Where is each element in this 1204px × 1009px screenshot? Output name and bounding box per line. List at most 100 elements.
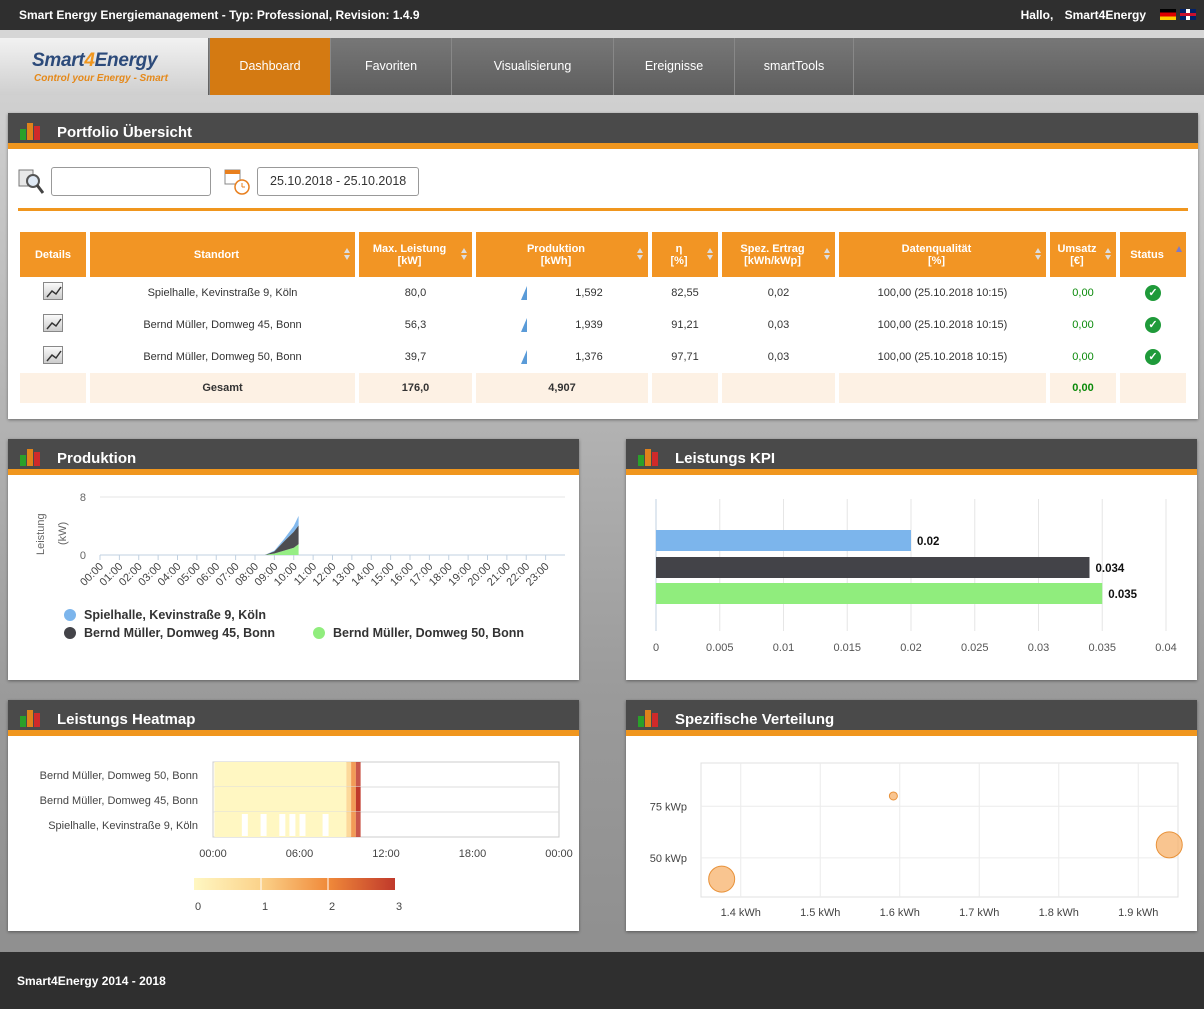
status-ok-icon: ✓ — [1145, 349, 1161, 365]
bubble-point — [888, 791, 898, 801]
sort-icon — [1105, 248, 1112, 261]
uk-flag-icon[interactable] — [1180, 9, 1196, 20]
col-umsatz[interactable]: Umsatz [€] — [1050, 232, 1116, 277]
cell-produktion: 1,376 — [476, 341, 648, 373]
footer: Smart4Energy 2014 - 2018 — [0, 952, 1204, 1009]
logo[interactable]: Smart4Energy Control your Energy - Smart — [0, 38, 208, 95]
nav-favoriten[interactable]: Favoriten — [330, 38, 451, 95]
calendar-clock-icon[interactable] — [224, 168, 250, 196]
row-label: Bernd Müller, Domweg 45, Bonn — [40, 795, 198, 807]
cell-eta: 82,55 — [671, 287, 699, 299]
x-tick-label: 18:00 — [459, 848, 487, 860]
produktion-panel: Produktion 8 0 Leistung (kW) 00:00 01:00 02:00… — [8, 439, 579, 680]
logo-brand: Smart4Energy — [32, 50, 158, 71]
col-standort[interactable]: Standort — [90, 232, 355, 277]
col-produktion[interactable]: Produktion [kWh] — [476, 232, 648, 277]
x-tick-label: 12:00 — [372, 848, 400, 860]
col-max-leistung[interactable]: Max. Leistung [kW] — [359, 232, 472, 277]
main-nav: Smart4Energy Control your Energy - Smart… — [0, 38, 1204, 95]
total-label: Gesamt — [90, 373, 355, 403]
row-label: Bernd Müller, Domweg 50, Bonn — [40, 770, 198, 782]
x-tick-label: 0.035 — [1088, 642, 1116, 654]
bar-value-label: 0.034 — [1096, 563, 1125, 575]
scale-tick-label: 0 — [195, 901, 201, 913]
table-row: Bernd Müller, Domweg 50, Bonn 39,7 1,376… — [20, 341, 1186, 373]
kpi-chart[interactable]: 0 0.005 0.01 0.015 0.02 0.025 0.03 0.035 0.04 0.0… — [626, 481, 1197, 680]
bubble-point — [1155, 831, 1183, 859]
y-tick-label: 0 — [80, 550, 86, 562]
table-row: Spielhalle, Kevinstraße 9, Köln 80,0 1,5… — [20, 277, 1186, 309]
cell-umsatz: 0,00 — [1072, 287, 1094, 299]
legend-marker — [64, 627, 76, 639]
col-spez-ertrag[interactable]: Spez. Ertrag [kWh/kWp] — [722, 232, 835, 277]
x-tick-label: 0.02 — [900, 642, 921, 654]
heat-cell — [214, 762, 347, 787]
nav-visualisierung[interactable]: Visualisierung — [451, 38, 613, 95]
user-name[interactable]: Smart4Energy — [1065, 8, 1146, 22]
col-status[interactable]: Status — [1120, 232, 1186, 277]
portfolio-title: Portfolio Übersicht — [57, 124, 193, 141]
date-range-field[interactable]: 25.10.2018 - 25.10.2018 — [257, 167, 420, 196]
x-tick-label: 1.8 kWh — [1039, 907, 1079, 919]
chart-bars-icon — [20, 710, 40, 727]
divider — [18, 208, 1188, 211]
heat-gap — [299, 814, 306, 836]
bar-value-label: 0.02 — [917, 536, 939, 548]
filter-input[interactable] — [51, 167, 211, 196]
heatmap-chart[interactable]: Bernd Müller, Domweg 50, Bonn Bernd Mülle… — [8, 742, 579, 931]
x-tick-label: 1.9 kWh — [1118, 907, 1158, 919]
details-chart-icon[interactable] — [43, 282, 63, 300]
heat-gap — [289, 814, 296, 836]
col-details[interactable]: Details — [20, 232, 86, 277]
y-tick-label: 50 kWp — [650, 853, 687, 865]
table-header-row: Details Standort Max. Leistung [kW] Produ… — [20, 232, 1186, 277]
greeting-text: Hallo, — [1020, 8, 1054, 22]
legend-marker — [313, 627, 325, 639]
user-greeting: Hallo, Smart4Energy — [1013, 8, 1146, 22]
details-chart-icon[interactable] — [43, 346, 63, 364]
produktion-chart[interactable]: 80Leistung (kW)00:0001:0002:0003:0004:000… — [8, 481, 579, 680]
heatmap-header: Leistungs Heatmap — [8, 700, 579, 736]
cell-spez-ertrag: 0,02 — [767, 287, 790, 299]
col-datenqualitaet[interactable]: Datenqualität [%] — [839, 232, 1046, 277]
heat-cell — [346, 787, 352, 812]
sparkline — [521, 318, 528, 332]
heat-cell — [351, 762, 356, 787]
heat-gap — [322, 814, 329, 836]
x-tick-label: 0.01 — [773, 642, 794, 654]
top-bar: Smart Energy Energiemanagement - Typ: Pr… — [0, 0, 1204, 30]
heat-cell — [346, 812, 352, 837]
heat-cell — [355, 812, 361, 837]
verteilung-header: Spezifische Verteilung — [626, 700, 1197, 736]
heatmap-panel: Leistungs Heatmap Bernd Müller, Domweg 5… — [8, 700, 579, 931]
details-chart-icon[interactable] — [43, 314, 63, 332]
sort-asc-icon — [1176, 246, 1182, 252]
verteilung-panel: Spezifische Verteilung 1.4 kWh 1.5 kWh 1.6… — [626, 700, 1197, 931]
bubble-point — [708, 865, 736, 893]
total-produktion: 4,907 — [476, 373, 648, 403]
nav-dashboard[interactable]: Dashboard — [209, 38, 330, 95]
status-ok-icon: ✓ — [1145, 317, 1161, 333]
verteilung-chart[interactable]: 1.4 kWh 1.5 kWh 1.6 kWh 1.7 kWh 1.8 kWh 1.9 k… — [626, 742, 1197, 931]
x-tick-label: 0.025 — [961, 642, 989, 654]
x-tick-label: 0 — [653, 642, 659, 654]
col-eta[interactable]: η [%] — [652, 232, 718, 277]
x-tick-label: 0.005 — [706, 642, 734, 654]
heat-cell — [214, 787, 347, 812]
kpi-bar — [656, 557, 1090, 578]
kpi-header: Leistungs KPI — [626, 439, 1197, 475]
search-icon[interactable] — [18, 169, 44, 195]
x-tick-label: 0.03 — [1028, 642, 1049, 654]
nav-ereignisse[interactable]: Ereignisse — [613, 38, 734, 95]
german-flag-icon[interactable] — [1160, 9, 1176, 20]
x-tick-label: 1.7 kWh — [959, 907, 999, 919]
total-row: Gesamt 176,0 4,907 0,00 — [20, 373, 1186, 403]
heat-cell — [355, 787, 361, 812]
y-tick-label: 8 — [80, 492, 86, 504]
table-row: Bernd Müller, Domweg 45, Bonn 56,3 1,939… — [20, 309, 1186, 341]
sort-icon — [824, 248, 831, 261]
chart-bars-icon — [638, 710, 658, 727]
sparkline — [521, 286, 528, 300]
legend-label: Bernd Müller, Domweg 50, Bonn — [333, 626, 524, 640]
nav-smarttools[interactable]: smartTools — [734, 38, 854, 95]
